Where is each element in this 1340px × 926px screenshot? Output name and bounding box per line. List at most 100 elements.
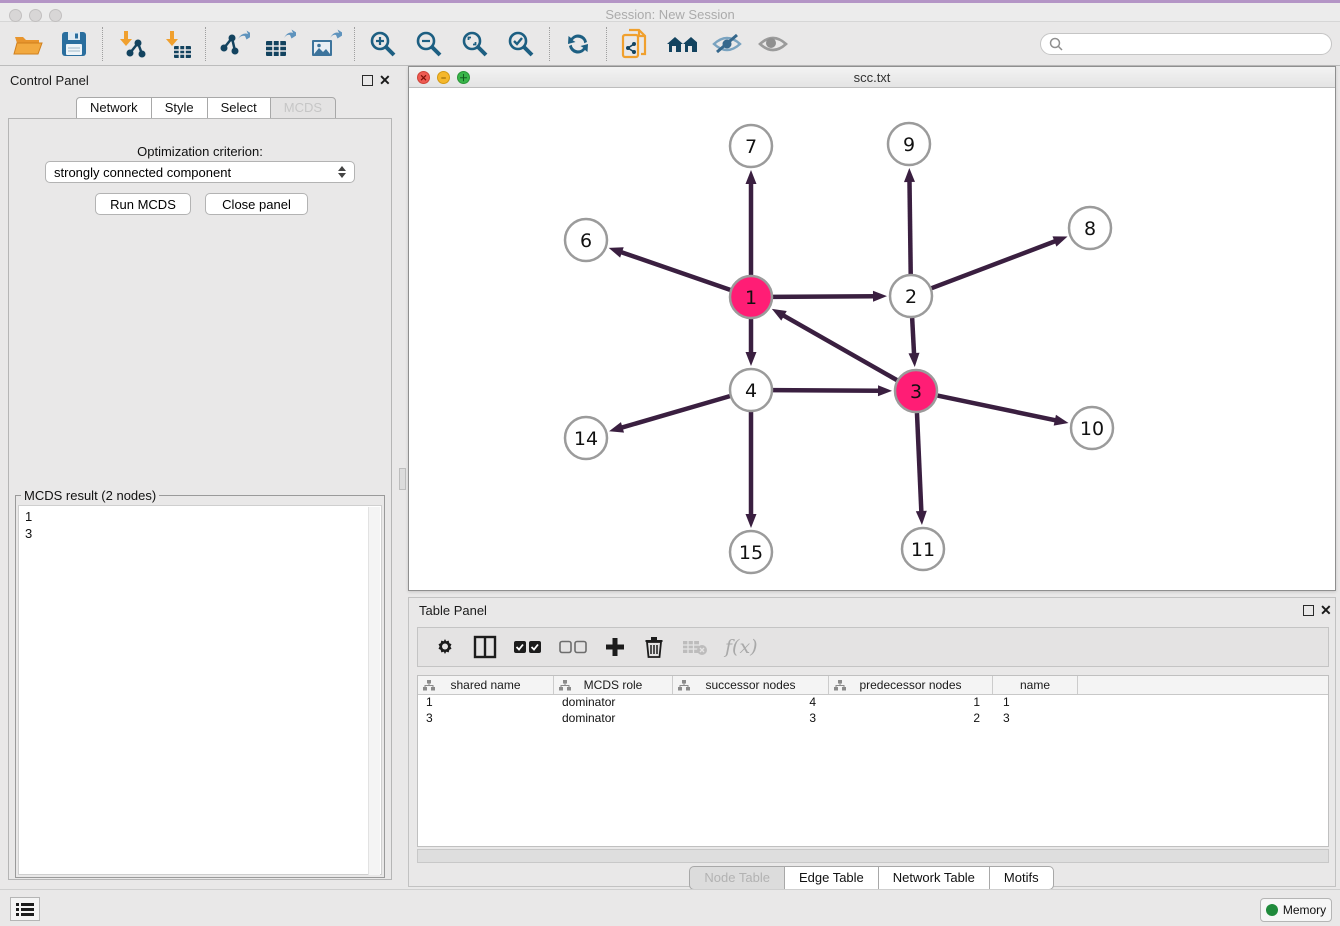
table-panel-title: Table Panel <box>419 603 487 618</box>
table-panel: Table Panel ✕ f(x) shared name <box>408 597 1336 887</box>
table-header-row: shared name MCDS role successor nodes pr… <box>418 676 1328 695</box>
search-input[interactable] <box>1068 37 1323 51</box>
eye-hide-icon[interactable] <box>711 28 743 60</box>
duplicate-network-icon[interactable] <box>619 28 651 60</box>
graph-edge-2-8[interactable] <box>932 241 1057 288</box>
panel-splitter-handle[interactable] <box>399 468 406 490</box>
graph-arrowhead <box>1053 236 1068 246</box>
tab-node-table[interactable]: Node Table <box>689 866 785 890</box>
close-panel-button[interactable]: Close panel <box>205 193 308 215</box>
tab-style[interactable]: Style <box>151 97 208 119</box>
search-box[interactable] <box>1040 33 1332 55</box>
tab-motifs[interactable]: Motifs <box>989 866 1054 890</box>
network-window-titlebar[interactable]: ✕ − ＋ scc.txt <box>409 67 1335 88</box>
float-panel-icon[interactable] <box>362 75 373 86</box>
control-panel-tabs: Network Style Select MCDS <box>77 97 336 119</box>
titlebar: Session: New Session <box>0 3 1340 22</box>
table-row[interactable]: 1 dominator 4 1 1 <box>418 695 1328 711</box>
graph-edge-2-3[interactable] <box>912 318 914 355</box>
float-table-panel-icon[interactable] <box>1303 605 1314 616</box>
add-column-icon[interactable] <box>604 633 626 661</box>
graph-edge-4-14[interactable] <box>621 396 730 428</box>
task-history-button[interactable] <box>10 897 40 921</box>
graph-edge-2-9[interactable] <box>909 180 910 274</box>
network-canvas[interactable]: 7968124314101511 <box>409 88 1335 590</box>
close-panel-icon[interactable]: ✕ <box>379 72 391 89</box>
table-horizontal-scrollbar[interactable] <box>417 849 1329 863</box>
refresh-icon[interactable] <box>562 28 594 60</box>
graph-edge-4-3[interactable] <box>773 390 880 391</box>
optimization-criterion-select[interactable]: strongly connected component <box>45 161 355 183</box>
open-session-icon[interactable] <box>12 28 44 60</box>
column-header-predecessor-nodes[interactable]: predecessor nodes <box>829 676 993 694</box>
mcds-tab-content: Optimization criterion: strongly connect… <box>8 118 392 880</box>
control-panel-title: Control Panel <box>10 73 89 88</box>
eye-icon[interactable] <box>757 28 789 60</box>
delete-column-icon[interactable] <box>643 633 665 661</box>
graph-edge-3-10[interactable] <box>938 396 1057 421</box>
graph-node-label: 4 <box>745 380 757 402</box>
houses-icon[interactable] <box>665 28 697 60</box>
table-row[interactable]: 3 dominator 3 2 3 <box>418 711 1328 727</box>
run-mcds-button[interactable]: Run MCDS <box>95 193 191 215</box>
save-session-icon[interactable] <box>58 28 90 60</box>
graph-edge-3-1[interactable] <box>782 315 897 380</box>
import-network-icon[interactable] <box>115 28 147 60</box>
zoom-fit-icon[interactable] <box>459 28 491 60</box>
export-image-icon[interactable] <box>310 28 342 60</box>
tab-edge-table[interactable]: Edge Table <box>784 866 879 890</box>
tree-icon <box>423 680 435 691</box>
optimization-criterion-label: Optimization criterion: <box>9 144 391 159</box>
column-header-shared-name[interactable]: shared name <box>418 676 554 694</box>
result-scrollbar[interactable] <box>368 507 380 875</box>
export-network-icon[interactable] <box>218 28 250 60</box>
table-toolbar: f(x) <box>417 627 1329 667</box>
status-bar: Memory <box>0 889 1340 926</box>
memory-button[interactable]: Memory <box>1260 898 1332 922</box>
graph-edge-1-2[interactable] <box>773 296 875 297</box>
tab-network-table[interactable]: Network Table <box>878 866 990 890</box>
tab-select[interactable]: Select <box>207 97 271 119</box>
apply-function-icon[interactable]: f(x) <box>725 633 758 661</box>
mcds-result-list[interactable]: 1 3 <box>18 505 382 875</box>
graph-node-label: 6 <box>580 230 592 252</box>
graph-edge-3-11[interactable] <box>917 413 921 513</box>
delete-table-icon[interactable] <box>682 633 708 661</box>
column-header-name[interactable]: name <box>993 676 1078 694</box>
tab-network[interactable]: Network <box>76 97 152 119</box>
close-table-panel-icon[interactable]: ✕ <box>1320 602 1332 619</box>
memory-status-icon <box>1266 904 1278 916</box>
graph-arrowhead <box>772 309 787 321</box>
zoom-in-icon[interactable] <box>367 28 399 60</box>
graph-node-label: 1 <box>745 287 757 309</box>
tab-mcds[interactable]: MCDS <box>270 97 336 119</box>
list-icon <box>16 902 34 916</box>
tree-icon <box>834 680 846 691</box>
deselect-all-columns-icon[interactable] <box>559 633 587 661</box>
zoom-selected-icon[interactable] <box>505 28 537 60</box>
network-graph[interactable]: 7968124314101511 <box>409 88 1335 590</box>
graph-node-label: 8 <box>1084 218 1096 240</box>
graph-arrowhead <box>1054 415 1069 426</box>
network-view-window: ✕ − ＋ scc.txt 7968124314101511 <box>408 66 1336 591</box>
graph-arrowhead <box>746 352 757 366</box>
select-chevrons-icon <box>338 166 346 178</box>
graph-arrowhead <box>904 168 915 182</box>
graph-arrowhead <box>878 385 892 396</box>
column-header-successor-nodes[interactable]: successor nodes <box>673 676 829 694</box>
graph-node-label: 9 <box>903 134 915 156</box>
show-columns-icon[interactable] <box>473 633 497 661</box>
main-toolbar <box>0 22 1340 66</box>
network-title: scc.txt <box>409 70 1335 85</box>
control-panel: Control Panel ✕ Network Style Select MCD… <box>0 66 401 887</box>
select-all-columns-icon[interactable] <box>514 633 542 661</box>
zoom-out-icon[interactable] <box>413 28 445 60</box>
optimization-criterion-value: strongly connected component <box>54 165 231 180</box>
graph-node-label: 7 <box>745 136 757 158</box>
column-header-mcds-role[interactable]: MCDS role <box>554 676 673 694</box>
graph-arrowhead <box>609 422 624 433</box>
export-table-icon[interactable] <box>264 28 296 60</box>
table-settings-gear-icon[interactable] <box>434 633 456 661</box>
graph-edge-1-6[interactable] <box>620 252 730 290</box>
import-table-icon[interactable] <box>161 28 193 60</box>
